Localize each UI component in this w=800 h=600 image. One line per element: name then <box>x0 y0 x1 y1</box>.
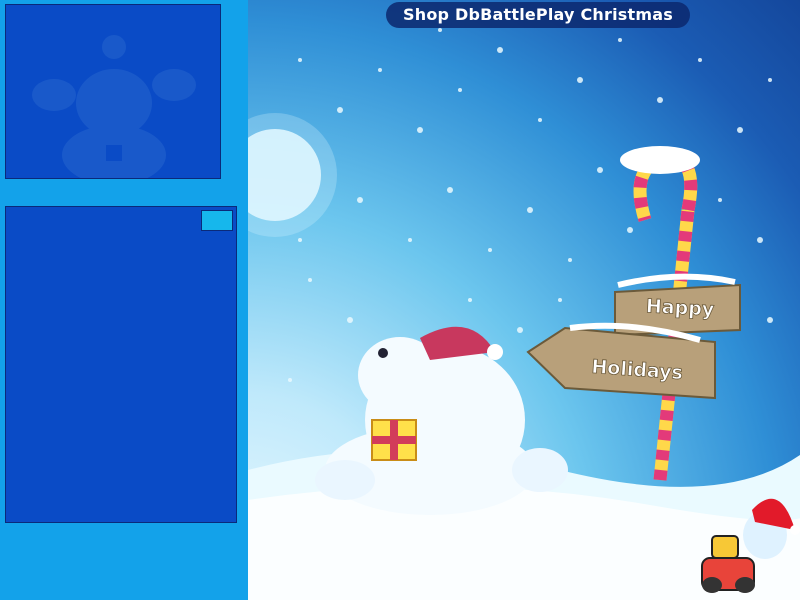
left-sidebar <box>0 0 248 600</box>
sign-text-holidays: Holidays <box>591 356 684 384</box>
shop-panel <box>5 206 237 523</box>
sign-text-happy: Happy <box>645 295 715 321</box>
shop-toggle-button[interactable] <box>201 210 233 231</box>
character-panel <box>5 4 221 179</box>
santa-silhouette-icon <box>32 35 196 178</box>
